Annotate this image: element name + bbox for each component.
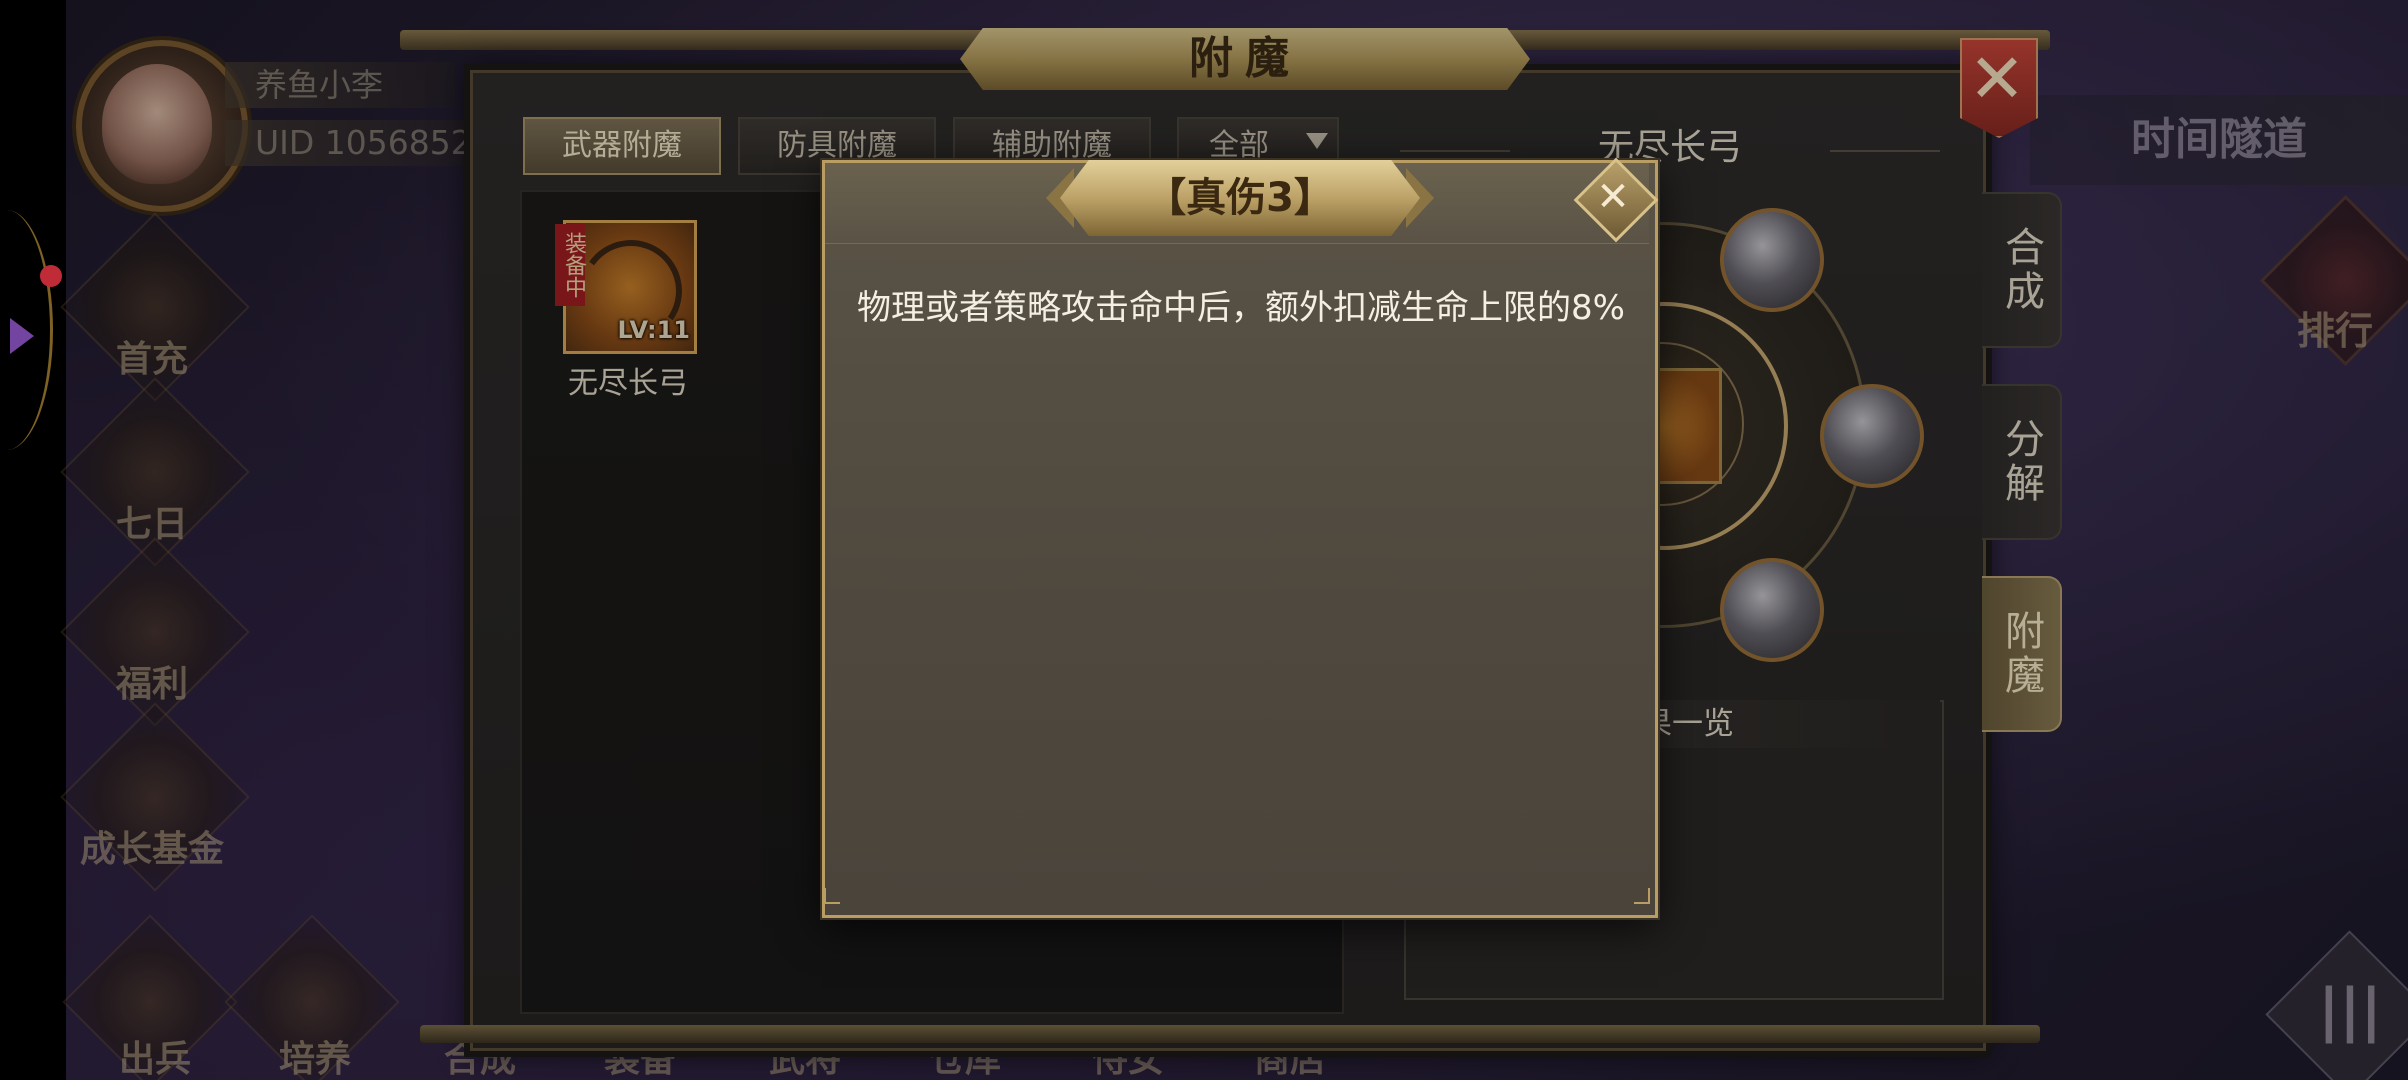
dialog-description: 物理或者策略攻击命中后，额外扣减生命上限的8% (857, 288, 1625, 328)
close-icon[interactable]: ✕ (1586, 170, 1640, 224)
dialog-corner-ornament (824, 888, 840, 904)
dialog-title: 【真伤3】 (1146, 175, 1334, 221)
dialog-corner-ornament (1634, 888, 1650, 904)
game-screen: 养鱼小李 UID 1056852 首充 七日 福利 成长基金 时间隧道 排行 |… (0, 0, 2408, 1080)
enchant-effect-dialog (822, 160, 1658, 918)
